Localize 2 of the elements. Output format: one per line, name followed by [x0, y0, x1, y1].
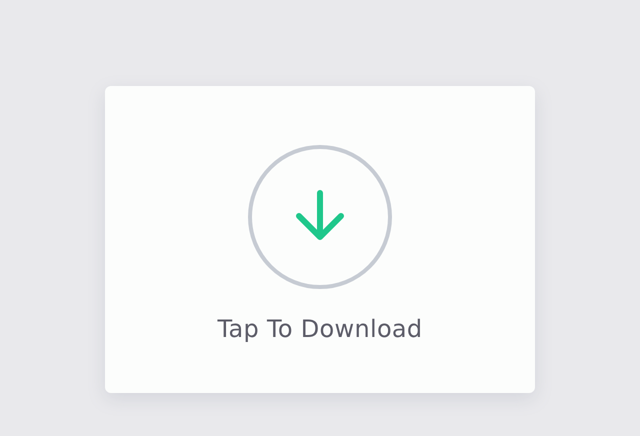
download-card[interactable]: Tap To Download: [105, 86, 535, 393]
download-icon: [247, 144, 393, 290]
